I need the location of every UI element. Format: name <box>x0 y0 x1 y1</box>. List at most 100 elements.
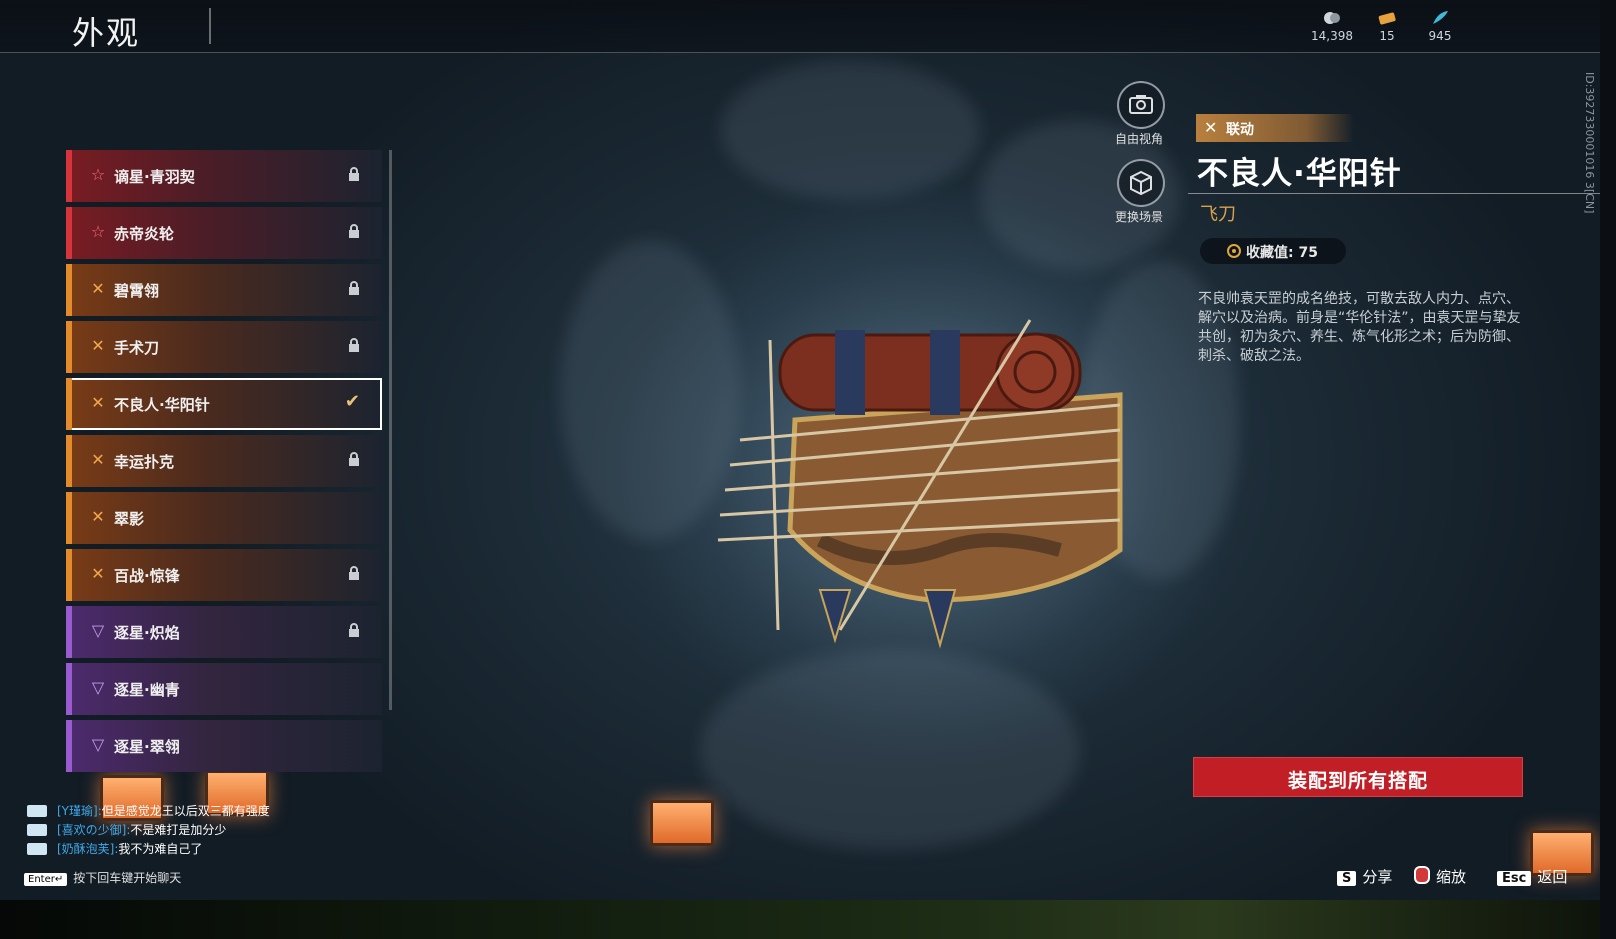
item-type: 飞刀 <box>1200 204 1236 225</box>
lock-icon <box>349 623 359 637</box>
lock-icon <box>349 224 359 238</box>
chat-message: [Y瑾瑜]:但是感觉龙王以后双三都有强度 <box>27 802 270 820</box>
skin-label: 百战·惊锋 <box>114 567 180 585</box>
lock-icon <box>349 338 359 352</box>
skin-list-item[interactable]: ▽ 逐星·炽焰 <box>66 606 382 658</box>
chat-sender[interactable]: [喜欢の少御]: <box>57 823 130 837</box>
skin-label: 逐星·幽青 <box>114 681 180 699</box>
list-scrollbar[interactable] <box>389 150 392 710</box>
rarity-bar <box>66 150 72 202</box>
share-label: 分享 <box>1362 868 1393 886</box>
link-cross-icon: ✕ <box>1204 118 1218 137</box>
back-label: 返回 <box>1537 868 1568 886</box>
rarity-bar <box>66 321 72 373</box>
chat-message: [奶酥泡芙]:我不为难自己了 <box>27 840 202 858</box>
skin-label: 幸运扑克 <box>114 453 175 471</box>
chat-hint[interactable]: Enter↵ 按下回车键开始聊天 <box>24 869 181 886</box>
zoom-label: 缩放 <box>1436 868 1467 886</box>
skin-list-item-selected[interactable]: ✕ 不良人·华阳针 ✔ <box>66 378 382 430</box>
back-action[interactable]: Esc 返回 <box>1497 866 1567 887</box>
rarity-bar <box>66 549 72 601</box>
zoom-action[interactable]: 缩放 <box>1414 866 1466 887</box>
top-bar: 外观 14,398 15 945 <box>0 0 1600 53</box>
ticket-icon <box>1378 12 1396 25</box>
link-cross-icon: ✕ <box>91 279 105 298</box>
rarity-bar <box>66 435 72 487</box>
skin-list-item[interactable]: ✕ 碧霄翎 <box>66 264 382 316</box>
weapon-preview-model <box>717 319 1123 649</box>
rarity-star-icon: ☆ <box>90 222 106 241</box>
chat-text: 但是感觉龙王以后双三都有强度 <box>101 804 270 818</box>
right-edge <box>1600 0 1616 939</box>
skin-list-item[interactable]: ▽ 逐星·翠翎 <box>66 720 382 772</box>
bottom-strip <box>0 900 1616 939</box>
skin-list-item[interactable]: ▽ 逐星·幽青 <box>66 663 382 715</box>
skin-list-item[interactable]: ✕ 翠影 <box>66 492 382 544</box>
page-title: 外观 <box>72 14 141 52</box>
rarity-bar <box>66 492 72 544</box>
chat-sender[interactable]: [Y瑾瑜]: <box>57 804 102 818</box>
title-rule <box>1188 193 1600 194</box>
chat-hint-text: 按下回车键开始聊天 <box>73 871 182 885</box>
equip-all-label: 装配到所有搭配 <box>1287 770 1428 792</box>
skin-label: 逐星·翠翎 <box>114 738 180 756</box>
rarity-bar <box>66 207 72 259</box>
skin-label: 赤帝炎轮 <box>114 225 175 243</box>
skin-list-item[interactable]: ✕ 百战·惊锋 <box>66 549 382 601</box>
skin-list-item[interactable]: ☆ 谪星·青羽契 <box>66 150 382 202</box>
collection-value-badge: 收藏值: 75 <box>1200 238 1346 264</box>
collection-gear-icon <box>1227 244 1241 258</box>
title-divider <box>209 8 211 44</box>
item-description: 不良帅袁天罡的成名绝技，可散去敌人内力、点穴、解穴以及治病。前身是“华伦针法”，… <box>1198 291 1521 364</box>
skin-label: 逐星·炽焰 <box>114 624 180 642</box>
chat-message: [喜欢の少御]:不是难打是加分少 <box>27 821 226 839</box>
skin-label: 翠影 <box>114 510 145 528</box>
share-action[interactable]: S 分享 <box>1337 866 1392 887</box>
link-cross-icon: ✕ <box>91 507 105 526</box>
currency-coins: 14,398 <box>1302 10 1362 43</box>
rarity-star-icon: ☆ <box>90 165 106 184</box>
lock-icon <box>349 452 359 466</box>
link-cross-icon: ✕ <box>91 393 105 412</box>
change-scene-button[interactable] <box>1117 159 1165 207</box>
chat-text: 不是难打是加分少 <box>130 823 227 837</box>
camera-icon <box>1129 95 1153 114</box>
currency-tickets: 15 <box>1357 10 1417 43</box>
rarity-bar <box>66 606 72 658</box>
collection-value: 收藏值: 75 <box>1246 245 1318 261</box>
currency-feathers-value: 945 <box>1428 29 1452 43</box>
skin-list[interactable]: ☆ 谪星·青羽契 ☆ 赤帝炎轮 ✕ 碧霄翎 ✕ 手术刀 ✕ 不良人·华阳针 ✔ … <box>66 150 382 798</box>
chat-channel-icon <box>27 805 47 817</box>
lock-icon <box>349 167 359 181</box>
item-name: 不良人·华阳针 <box>1197 156 1402 192</box>
skin-list-item[interactable]: ✕ 幸运扑克 <box>66 435 382 487</box>
free-view-button[interactable] <box>1117 81 1165 129</box>
skin-label: 碧霄翎 <box>114 282 160 300</box>
esc-key: Esc <box>1497 871 1532 886</box>
lock-icon <box>349 566 359 580</box>
rarity-bar <box>66 378 72 430</box>
link-cross-icon: ✕ <box>91 336 105 355</box>
equip-all-button[interactable]: 装配到所有搭配 <box>1193 757 1523 797</box>
chevron-rank-icon: ▽ <box>91 735 105 754</box>
link-cross-icon: ✕ <box>91 564 105 583</box>
skin-list-item[interactable]: ✕ 手术刀 <box>66 321 382 373</box>
chat-channel-icon <box>27 824 47 836</box>
chat-channel-icon <box>27 843 47 855</box>
coin-icon <box>1324 12 1340 24</box>
checkmark-icon: ✔ <box>344 391 360 412</box>
chevron-rank-icon: ▽ <box>91 678 105 697</box>
share-key: S <box>1337 871 1357 886</box>
lantern-decoration <box>650 800 714 846</box>
enter-key: Enter↵ <box>24 873 68 886</box>
collab-tag: ✕ 联动 <box>1196 114 1354 142</box>
change-scene-label: 更换场景 <box>1114 210 1163 224</box>
chevron-rank-icon: ▽ <box>91 621 105 640</box>
scene-cube-icon <box>1130 170 1152 196</box>
chat-sender[interactable]: [奶酥泡芙]: <box>57 842 118 856</box>
lock-icon <box>349 281 359 295</box>
skin-list-item[interactable]: ☆ 赤帝炎轮 <box>66 207 382 259</box>
chat-text: 我不为难自己了 <box>118 842 203 856</box>
rarity-bar <box>66 720 72 772</box>
currency-feathers: 945 <box>1410 10 1470 43</box>
